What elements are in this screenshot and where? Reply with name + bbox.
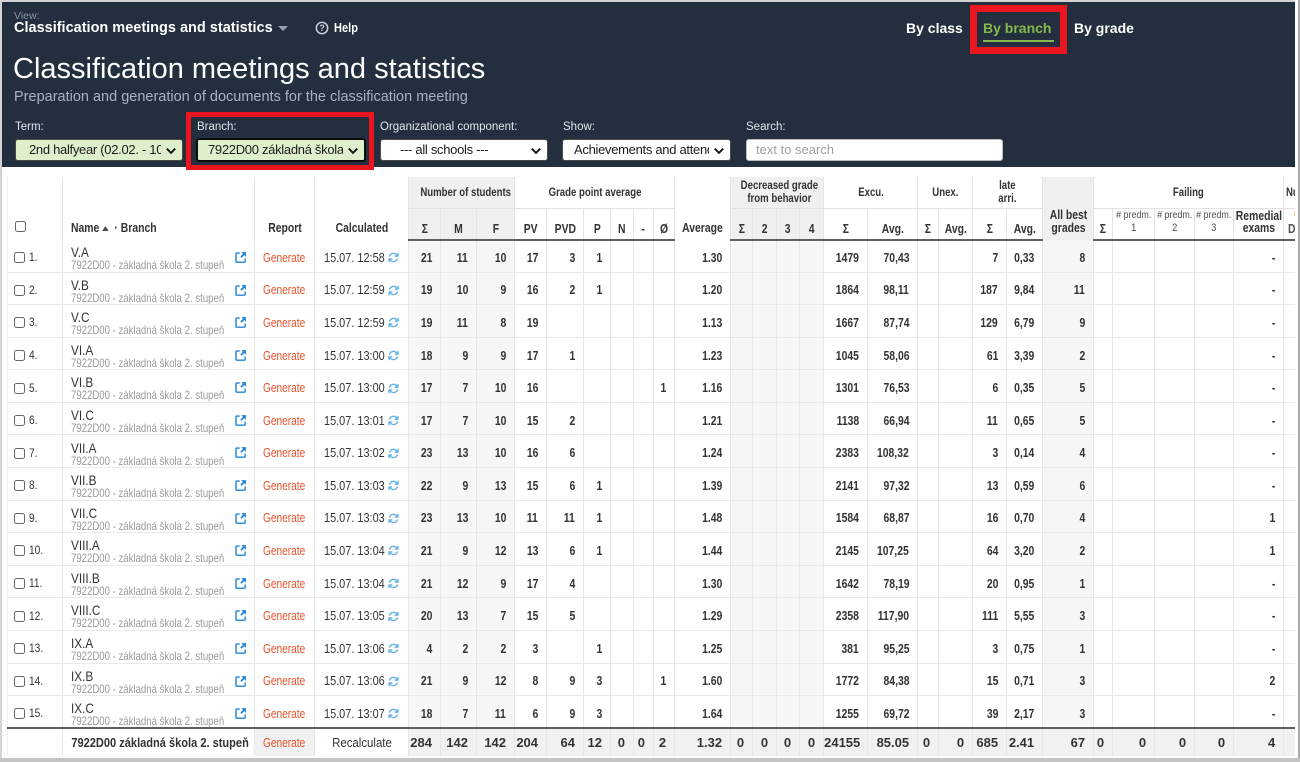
- svg-text:?: ?: [319, 23, 324, 33]
